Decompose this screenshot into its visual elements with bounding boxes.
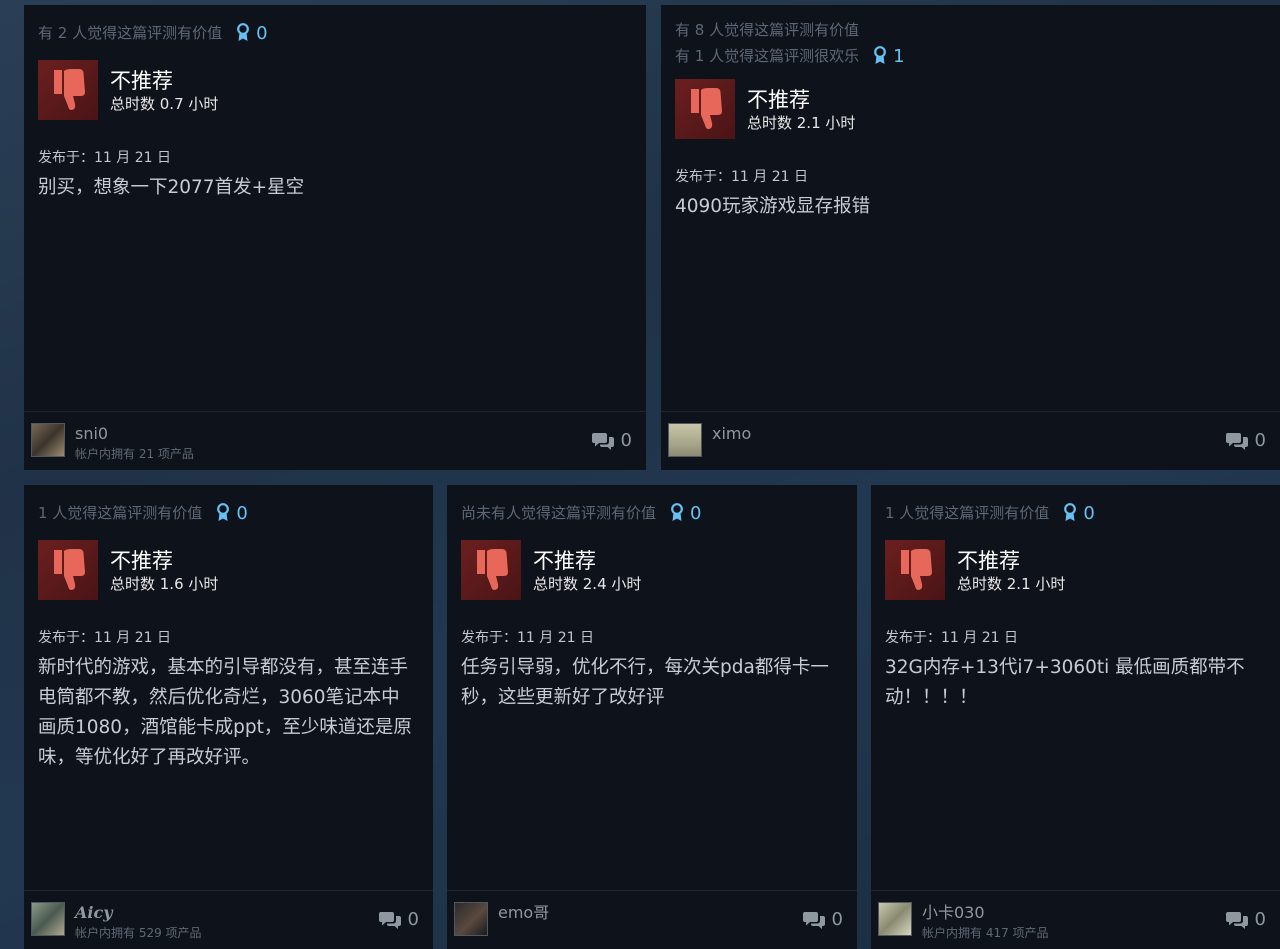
award-ribbon-icon [1064, 503, 1077, 521]
playtime: 总时数 1.6 小时 [110, 575, 219, 593]
posted-date: 发布于：11 月 21 日 [38, 150, 171, 166]
comment-count: 0 [1254, 430, 1266, 451]
award-count: 0 [256, 22, 268, 44]
thumbs-down-icon [885, 540, 945, 600]
products-owned: 帐户内拥有 417 项产品 [922, 926, 1049, 940]
avatar[interactable] [31, 423, 65, 457]
comments-button[interactable]: 0 [802, 909, 843, 930]
verdict-title: 不推荐 [533, 549, 596, 573]
comment-count: 0 [620, 430, 632, 451]
verdict-title: 不推荐 [110, 549, 173, 573]
comments-button[interactable]: 0 [378, 909, 419, 930]
review-footer: Aicy 帐户内拥有 529 项产品 0 [24, 890, 433, 949]
comment-bubble-icon [1225, 432, 1248, 450]
avatar[interactable] [31, 902, 65, 936]
review-card[interactable]: 1 人觉得这篇评测有价值 0 不推荐 总时数 1.6 小时 发布于：11 月 2… [24, 485, 433, 949]
author-name[interactable]: 小卡030 [922, 903, 985, 923]
comment-count: 0 [831, 909, 843, 930]
playtime: 总时数 0.7 小时 [110, 95, 219, 113]
review-text: 任务引导弱，优化不行，每次关pda都得卡一 秒，这些更新好了改好评 [461, 657, 829, 708]
award-ribbon-icon [237, 23, 249, 41]
verdict-title: 不推荐 [747, 88, 810, 112]
award-count: 0 [1083, 502, 1095, 524]
award-button[interactable]: 0 [216, 502, 248, 524]
review-text: 4090玩家游戏显存报错 [675, 196, 871, 217]
review-card[interactable]: 尚未有人觉得这篇评测有价值 0 不推荐 总时数 2.4 小时 发布于：11 月 … [447, 485, 857, 949]
review-footer: ximo 0 [661, 411, 1280, 470]
award-ribbon-icon [874, 46, 886, 64]
avatar[interactable] [668, 423, 702, 457]
helpful-count-text: 尚未有人觉得这篇评测有价值 [461, 504, 657, 522]
review-card[interactable]: 1 人觉得这篇评测有价值 0 不推荐 总时数 2.1 小时 发布于：11 月 2… [871, 485, 1280, 949]
comment-bubble-icon [591, 432, 614, 450]
award-button[interactable]: 0 [670, 503, 701, 524]
thumbs-down-icon [461, 540, 521, 600]
author-name[interactable]: Aicy [75, 903, 113, 923]
avatar[interactable] [454, 902, 488, 936]
posted-date: 发布于：11 月 21 日 [461, 630, 594, 646]
award-count: 0 [236, 502, 248, 524]
author-name[interactable]: sni0 [75, 424, 108, 444]
author-name[interactable]: emo哥 [498, 903, 549, 923]
thumbs-down-icon [38, 540, 98, 600]
funny-count-text: 有 1 人觉得这篇评测很欢乐 [675, 47, 860, 65]
award-button[interactable]: 0 [1063, 502, 1095, 524]
comment-count: 0 [1254, 909, 1266, 930]
award-button[interactable]: 1 [873, 45, 905, 67]
comment-bubble-icon [802, 911, 825, 929]
comment-bubble-icon [1225, 911, 1248, 929]
comment-bubble-icon [378, 911, 401, 929]
comments-button[interactable]: 0 [1225, 430, 1266, 451]
helpful-count-text: 有 2 人觉得这篇评测有价值 [38, 24, 223, 42]
award-button[interactable]: 0 [236, 22, 268, 44]
posted-date: 发布于：11 月 21 日 [675, 169, 808, 185]
review-card[interactable]: 有 8 人觉得这篇评测有价值 有 1 人觉得这篇评测很欢乐 1 不推荐 总时数 … [661, 5, 1280, 470]
award-count: 0 [690, 502, 702, 524]
award-ribbon-icon [217, 503, 230, 521]
playtime: 总时数 2.4 小时 [533, 575, 642, 593]
helpful-count-text: 有 8 人觉得这篇评测有价值 [675, 21, 860, 39]
author-name[interactable]: ximo [712, 424, 751, 444]
comment-count: 0 [407, 909, 419, 930]
review-footer: sni0 帐户内拥有 21 项产品 0 [24, 411, 646, 470]
playtime: 总时数 2.1 小时 [747, 114, 856, 132]
verdict-title: 不推荐 [110, 69, 173, 93]
review-text: 32G内存+13代i7+3060ti 最低画质都带不 动！！！！ [885, 657, 1245, 708]
award-ribbon-icon [671, 503, 683, 521]
posted-date: 发布于：11 月 21 日 [38, 630, 171, 646]
products-owned: 帐户内拥有 21 项产品 [75, 447, 194, 461]
helpful-count-text: 1 人觉得这篇评测有价值 [38, 504, 203, 522]
helpful-count-text: 1 人觉得这篇评测有价值 [885, 504, 1050, 522]
review-text: 新时代的游戏，基本的引导都没有，甚至连手 电筒都不教，然后优化奇烂，3060笔记… [38, 657, 412, 768]
verdict-title: 不推荐 [957, 549, 1020, 573]
review-footer: emo哥 0 [447, 890, 857, 949]
posted-date: 发布于：11 月 21 日 [885, 630, 1018, 646]
review-footer: 小卡030 帐户内拥有 417 项产品 0 [871, 890, 1280, 949]
thumbs-down-icon [38, 60, 98, 120]
playtime: 总时数 2.1 小时 [957, 575, 1066, 593]
award-count: 1 [893, 45, 905, 67]
comments-button[interactable]: 0 [1225, 909, 1266, 930]
avatar[interactable] [878, 902, 912, 936]
review-text: 别买，想象一下2077首发+星空 [38, 177, 305, 198]
products-owned: 帐户内拥有 529 项产品 [75, 926, 202, 940]
comments-button[interactable]: 0 [591, 430, 632, 451]
thumbs-down-icon [675, 79, 735, 139]
review-card[interactable]: 有 2 人觉得这篇评测有价值 0 不推荐 总时数 0.7 小时 发布于：11 月… [24, 5, 646, 470]
